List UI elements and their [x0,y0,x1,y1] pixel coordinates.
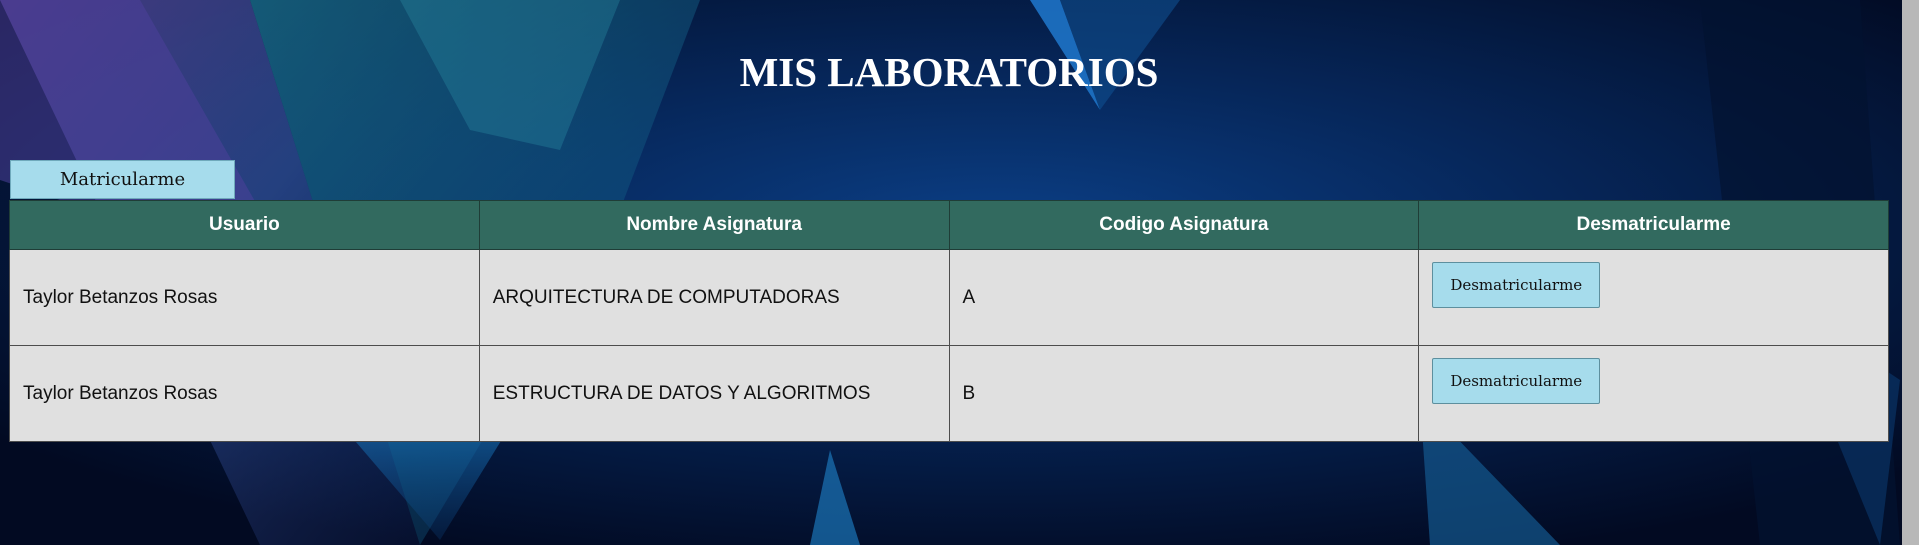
page-title: MIS LABORATORIOS [739,49,1159,95]
table-header-row: Usuario Nombre Asignatura Codigo Asignat… [9,200,1889,250]
column-header-desmatricularme: Desmatricularme [1418,200,1889,250]
column-header-codigo-asignatura: Codigo Asignatura [948,200,1420,250]
table-row: Taylor Betanzos Rosas ARQUITECTURA DE CO… [9,249,1889,346]
unenroll-button[interactable]: Desmatricularme [1432,358,1601,404]
cell-codigo-asignatura: A [948,249,1420,346]
column-header-nombre-asignatura: Nombre Asignatura [478,200,950,250]
cell-action: Desmatricularme [1418,249,1889,346]
cell-nombre-asignatura: ESTRUCTURA DE DATOS Y ALGORITMOS [478,345,950,442]
scrollbar-gutter[interactable] [1902,0,1919,545]
cell-nombre-asignatura: ARQUITECTURA DE COMPUTADORAS [478,249,950,346]
cell-action: Desmatricularme [1418,345,1889,442]
cell-usuario: Taylor Betanzos Rosas [9,345,480,442]
cell-codigo-asignatura: B [948,345,1420,442]
cell-usuario: Taylor Betanzos Rosas [9,249,480,346]
column-header-usuario: Usuario [9,200,480,250]
enroll-button[interactable]: Matricularme [10,160,235,199]
table-row: Taylor Betanzos Rosas ESTRUCTURA DE DATO… [9,345,1889,442]
unenroll-button[interactable]: Desmatricularme [1432,262,1601,308]
labs-table: Usuario Nombre Asignatura Codigo Asignat… [9,200,1889,442]
